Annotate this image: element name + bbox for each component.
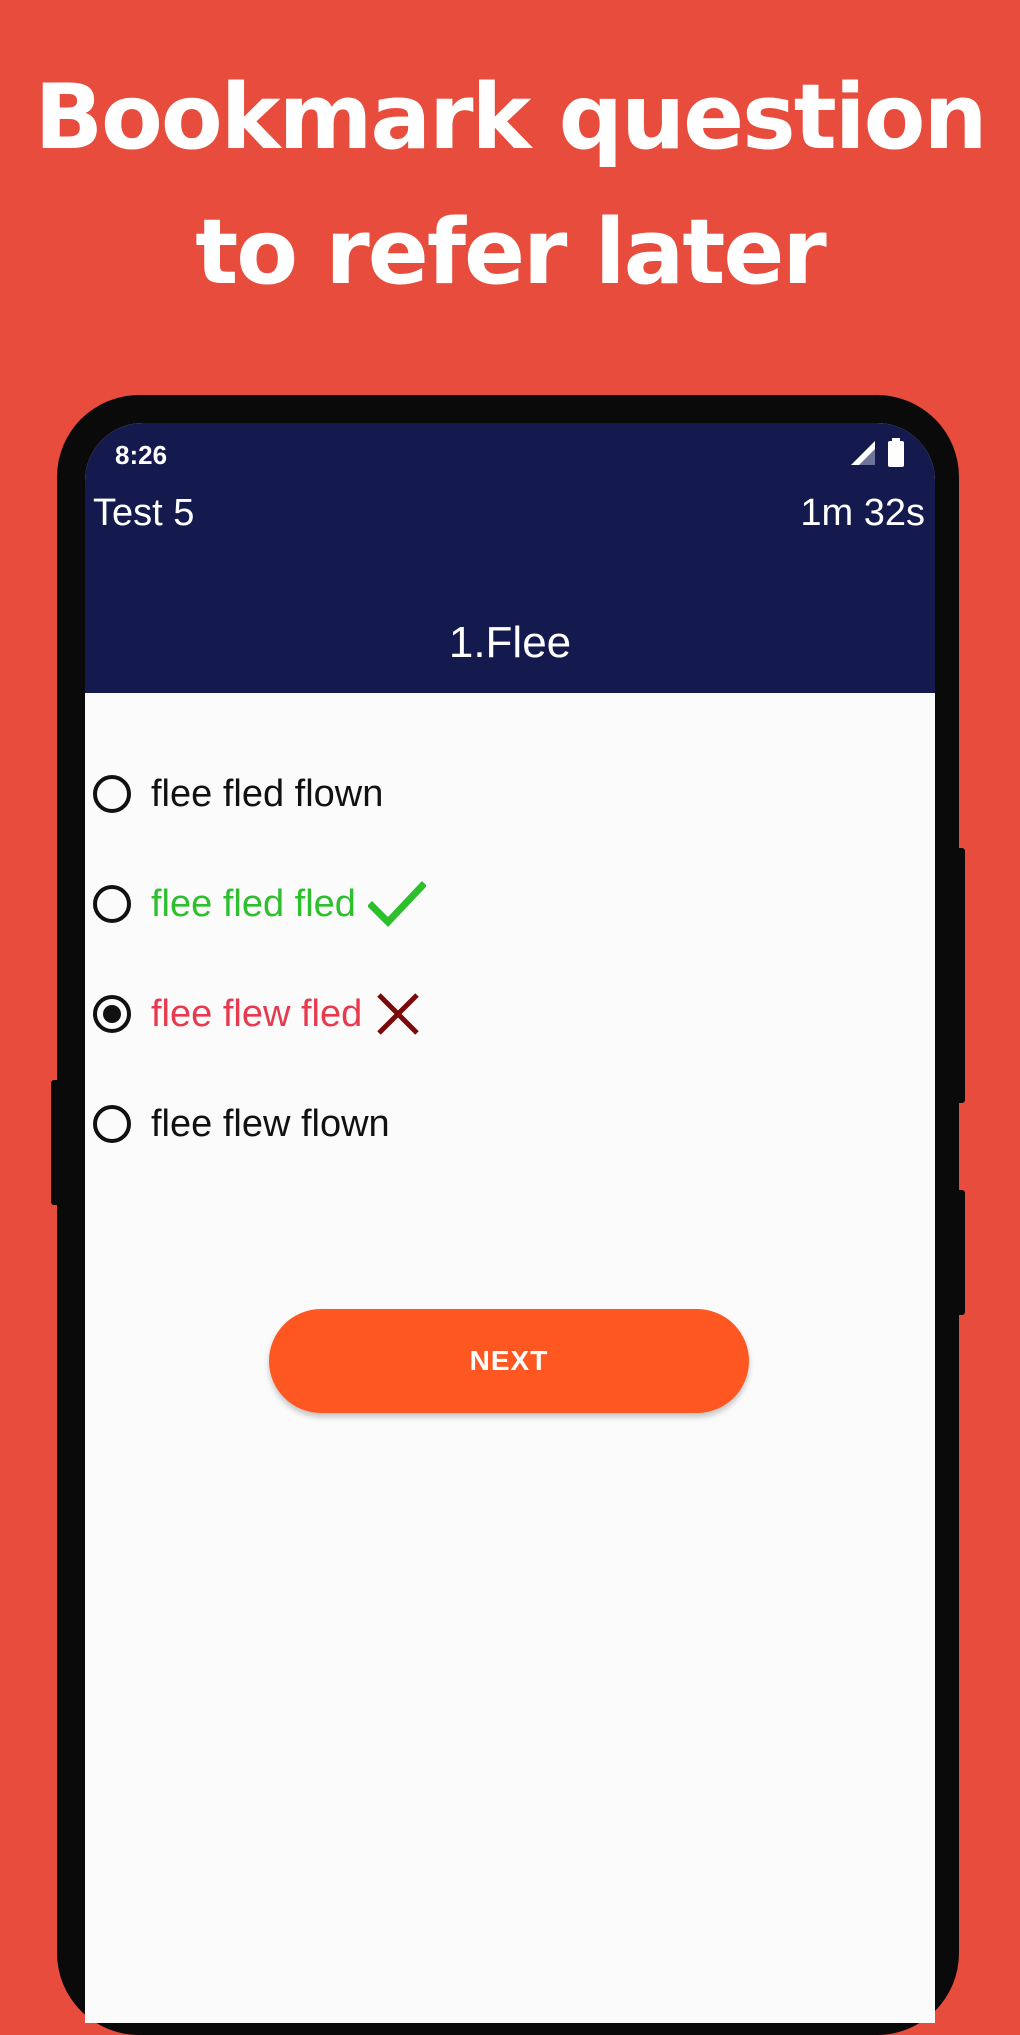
option-row-correct[interactable]: flee fled fled	[93, 869, 426, 939]
app-bar: 8:26 Test 5 1m 32s 1.Flee	[85, 423, 935, 693]
option-row[interactable]: flee fled flown	[93, 759, 383, 829]
test-title: Test 5	[93, 492, 195, 534]
status-icons	[849, 435, 905, 475]
promo-headline-line1: Bookmark question	[34, 65, 987, 170]
radio-button-checked[interactable]	[93, 995, 131, 1033]
option-label: flee flew fled	[151, 992, 363, 1035]
next-button[interactable]: NEXT	[269, 1309, 749, 1413]
radio-button[interactable]	[93, 1105, 131, 1143]
battery-icon	[887, 438, 905, 472]
phone-side-button-right-top	[955, 848, 965, 1103]
question-title: 1.Flee	[448, 618, 572, 667]
option-row[interactable]: flee flew flown	[93, 1089, 390, 1159]
option-label: flee flew flown	[151, 1102, 390, 1145]
promo-headline-line2: to refer later	[195, 200, 827, 305]
option-row-selected-wrong[interactable]: flee flew fled	[93, 979, 422, 1049]
status-time: 8:26	[115, 440, 168, 470]
phone-side-button-right-bottom	[955, 1190, 965, 1315]
signal-icon	[849, 439, 877, 471]
option-label: flee fled flown	[151, 772, 384, 815]
radio-button[interactable]	[93, 885, 131, 923]
cross-icon	[374, 990, 422, 1038]
check-icon	[367, 880, 426, 928]
phone-screen: 8:26 Test 5 1m 32s 1.Flee flee fled flow…	[85, 423, 935, 2023]
promo-headline: Bookmark question to refer later	[0, 50, 1020, 320]
timer-readout: 1m 32s	[800, 492, 925, 534]
radio-button[interactable]	[93, 775, 131, 813]
option-label: flee fled fled	[151, 882, 356, 925]
phone-side-button-left	[51, 1080, 61, 1205]
